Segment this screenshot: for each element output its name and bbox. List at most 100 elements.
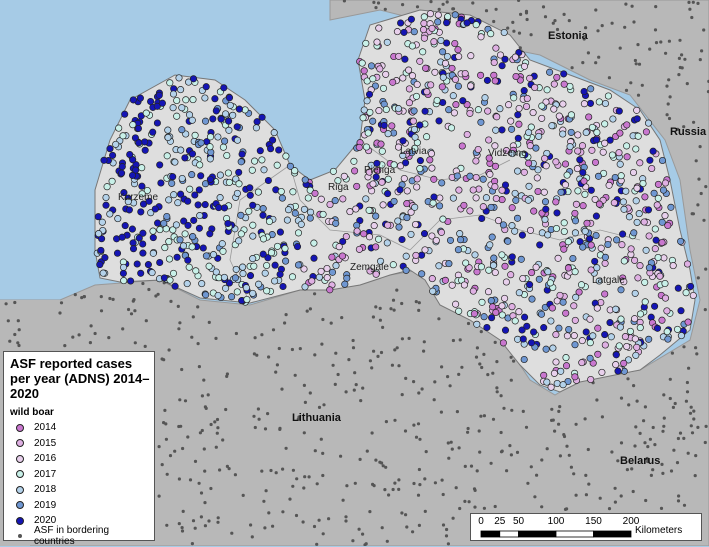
bordering-case-dot	[619, 47, 622, 50]
bordering-case-dot	[429, 0, 432, 3]
bordering-case-dot	[389, 307, 392, 310]
wild-boar-case-dot	[266, 218, 272, 224]
wild-boar-case-dot	[154, 220, 160, 226]
wild-boar-case-dot	[199, 280, 205, 286]
bordering-case-dot	[519, 13, 522, 16]
bordering-case-dot	[198, 365, 201, 368]
bordering-case-dot	[704, 268, 707, 271]
wild-boar-case-dot	[518, 256, 524, 262]
wild-boar-case-dot	[455, 47, 461, 53]
wild-boar-case-dot	[120, 133, 126, 139]
wild-boar-case-dot	[179, 105, 185, 111]
wild-boar-case-dot	[661, 255, 667, 261]
bordering-case-dot	[480, 366, 483, 369]
bordering-case-dot	[374, 459, 377, 462]
bordering-case-dot	[654, 28, 657, 31]
wild-boar-case-dot	[356, 144, 362, 150]
bordering-case-dot	[654, 5, 657, 8]
bordering-case-dot	[664, 52, 667, 55]
wild-boar-case-dot	[340, 196, 346, 202]
bordering-case-dot	[511, 21, 514, 24]
bordering-case-dot	[584, 26, 587, 29]
wild-boar-case-dot	[516, 121, 522, 127]
wild-boar-case-dot	[364, 98, 370, 104]
wild-boar-case-dot	[615, 368, 621, 374]
wild-boar-case-dot	[578, 282, 584, 288]
wild-boar-case-dot	[627, 328, 633, 334]
bordering-case-dot	[601, 24, 604, 27]
bordering-case-dot	[58, 311, 61, 314]
wild-boar-case-dot	[396, 224, 402, 230]
wild-boar-case-dot	[662, 180, 668, 186]
bordering-case-dot	[447, 457, 450, 460]
bordering-case-dot	[572, 472, 575, 475]
bordering-case-dot	[401, 3, 404, 6]
bordering-case-dot	[692, 121, 695, 124]
wild-boar-case-dot	[532, 84, 538, 90]
bordering-case-dot	[570, 466, 573, 469]
wild-boar-case-dot	[613, 352, 619, 358]
wild-boar-case-dot	[255, 189, 261, 195]
bordering-case-dot	[334, 352, 337, 355]
bordering-case-dot	[425, 450, 428, 453]
bordering-case-dot	[380, 351, 383, 354]
wild-boar-case-dot	[461, 202, 467, 208]
bordering-case-dot	[308, 475, 311, 478]
bordering-case-dot	[663, 417, 666, 420]
wild-boar-case-dot	[190, 76, 196, 82]
bordering-case-dot	[623, 26, 626, 29]
wild-boar-case-dot	[548, 318, 554, 324]
wild-boar-case-dot	[499, 303, 505, 309]
bordering-case-dot	[667, 78, 670, 81]
wild-boar-case-dot	[650, 148, 656, 154]
wild-boar-case-dot	[283, 153, 289, 159]
wild-boar-case-dot	[475, 107, 481, 113]
wild-boar-case-dot	[541, 155, 547, 161]
bordering-case-dot	[620, 397, 623, 400]
bordering-case-dot	[467, 427, 470, 430]
bordering-case-dot	[418, 483, 421, 486]
wild-boar-case-dot	[261, 167, 267, 173]
wild-boar-case-dot	[598, 245, 604, 251]
bordering-case-dot	[704, 308, 707, 311]
wild-boar-case-dot	[595, 351, 601, 357]
bordering-case-dot	[627, 403, 630, 406]
bordering-case-marker	[18, 534, 22, 538]
wild-boar-case-dot	[453, 101, 459, 107]
bordering-case-dot	[568, 454, 571, 457]
wild-boar-case-dot	[311, 240, 317, 246]
wild-boar-case-dot	[515, 135, 521, 141]
bordering-case-dot	[661, 472, 664, 475]
wild-boar-case-dot	[161, 220, 167, 226]
wild-boar-case-dot	[431, 39, 437, 45]
wild-boar-case-dot	[183, 97, 189, 103]
wild-boar-case-dot	[130, 122, 136, 128]
bordering-case-dot	[552, 22, 555, 25]
wild-boar-case-dot	[429, 275, 435, 281]
bordering-case-dot	[226, 465, 229, 468]
wild-boar-case-dot	[221, 274, 227, 280]
bordering-case-dot	[688, 8, 691, 11]
bordering-case-dot	[614, 487, 617, 490]
legend-item-label: 2018	[34, 484, 56, 495]
wild-boar-case-dot	[633, 146, 639, 152]
bordering-case-dot	[599, 497, 602, 500]
wild-boar-case-dot	[501, 295, 507, 301]
wild-boar-case-dot	[463, 260, 469, 266]
wild-boar-case-dot	[195, 202, 201, 208]
wild-boar-case-dot	[593, 213, 599, 219]
wild-boar-case-dot	[562, 182, 568, 188]
wild-boar-case-dot	[499, 252, 505, 258]
wild-boar-case-dot	[637, 324, 643, 330]
bordering-case-dot	[218, 468, 221, 471]
wild-boar-case-dot	[553, 359, 559, 365]
wild-boar-case-dot	[448, 125, 454, 131]
wild-boar-case-dot	[479, 215, 485, 221]
wild-boar-case-dot	[402, 56, 408, 62]
wild-boar-case-dot	[588, 187, 594, 193]
wild-boar-case-dot	[147, 98, 153, 104]
bordering-case-dot	[677, 73, 680, 76]
wild-boar-case-dot	[107, 211, 113, 217]
wild-boar-case-dot	[549, 123, 555, 129]
wild-boar-case-dot	[474, 321, 480, 327]
